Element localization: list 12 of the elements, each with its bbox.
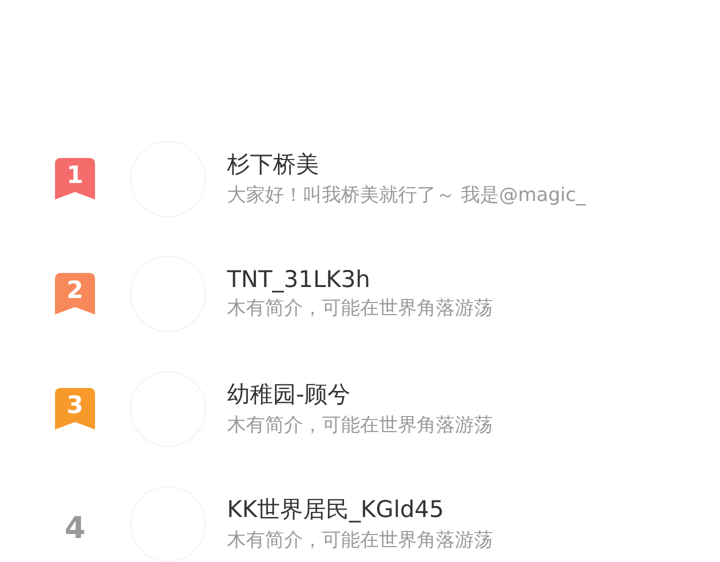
user-bio: 大家好！叫我桥美就行了～ 我是@magic_ xyxy=(227,183,586,208)
user-bio: 木有简介，可能在世界角落游荡 xyxy=(227,413,493,438)
user-name[interactable]: TNT_31LK3h xyxy=(227,266,493,292)
user-name[interactable]: 杉下桥美 xyxy=(227,149,586,180)
user-name[interactable]: KK世界居民_KGld45 xyxy=(227,494,493,525)
user-bio: 木有简介，可能在世界角落游荡 xyxy=(227,528,493,553)
rank-number: 4 xyxy=(64,511,86,546)
user-name[interactable]: 幼稚园-顾兮 xyxy=(227,379,493,410)
rank-badge: 2 xyxy=(55,272,95,314)
user-bio: 木有简介，可能在世界角落游荡 xyxy=(227,296,493,320)
rank-badge: 1 xyxy=(55,158,95,200)
rank-badge: 3 xyxy=(55,388,95,430)
